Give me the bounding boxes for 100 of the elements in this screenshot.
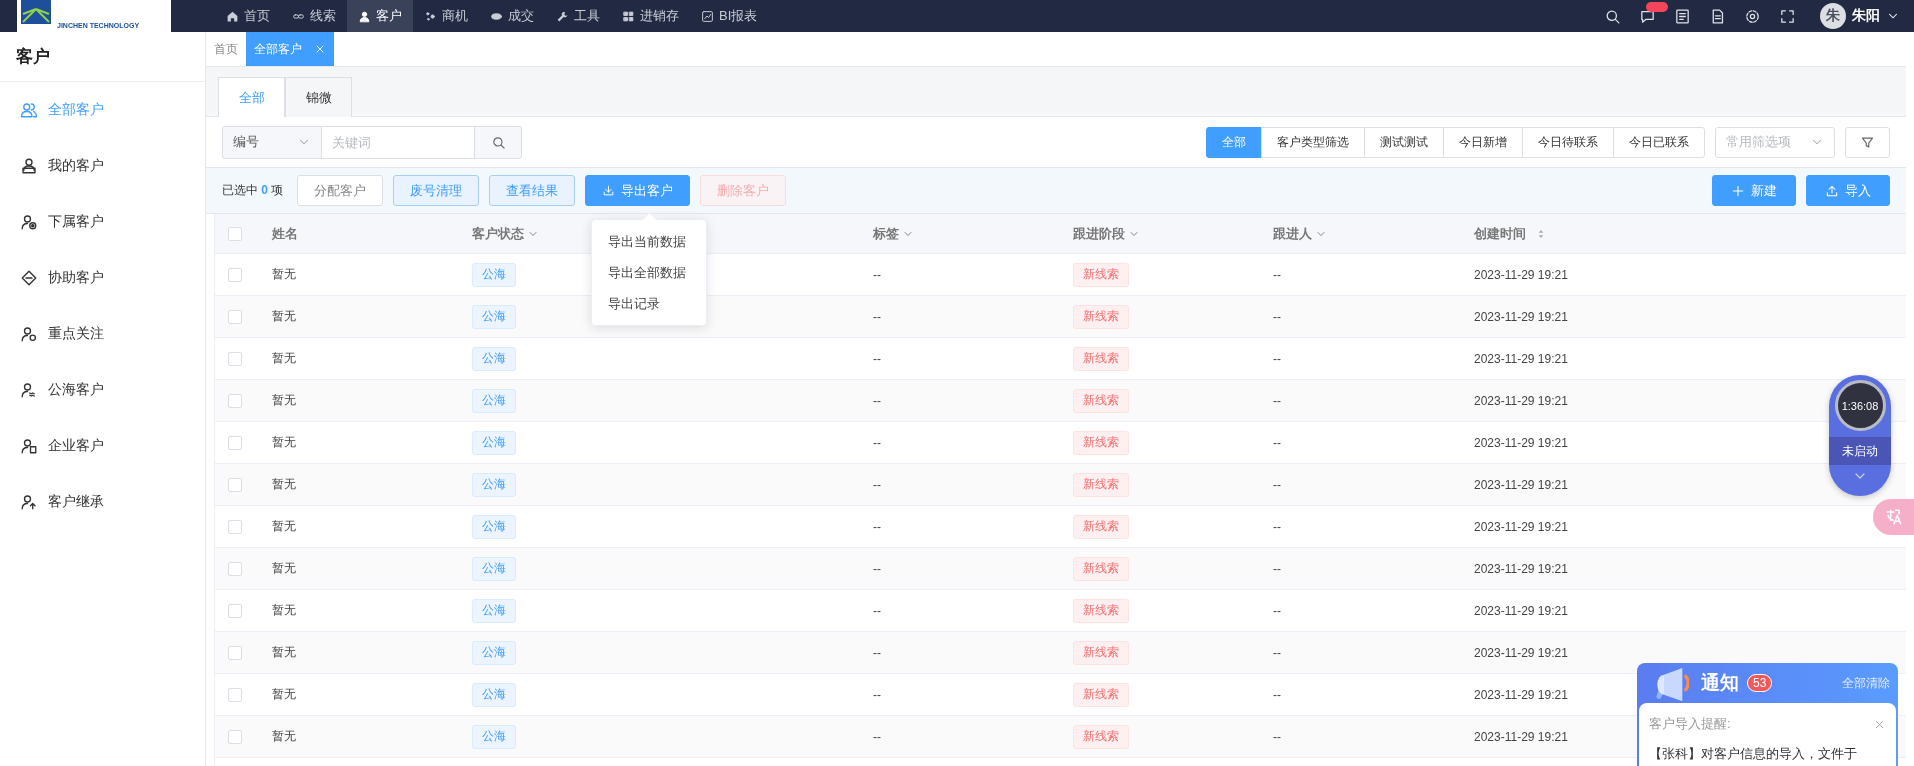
filter-tab[interactable]: 今日待联系	[1522, 126, 1614, 158]
sidebar-item[interactable]: 重点关注	[0, 306, 205, 362]
table-cell: 暂无	[272, 560, 296, 577]
table-cell: 2023-11-29 19:21	[1474, 603, 1568, 618]
action-button[interactable]: 分配客户	[297, 175, 384, 206]
table-cell: --	[873, 393, 881, 408]
timer-status: 未启动	[1829, 437, 1891, 465]
table-cell: 2023-11-29 19:21	[1474, 435, 1568, 450]
timer-clock: 1:36:08	[1834, 380, 1886, 431]
wrench-icon	[556, 9, 569, 23]
search-icon	[490, 134, 506, 150]
page-tab[interactable]: 首页	[206, 32, 246, 66]
column-header[interactable]: 创建时间	[1474, 224, 1548, 243]
table-cell: 暂无	[272, 434, 296, 451]
nav-tab[interactable]: 线索	[281, 0, 347, 32]
stage-tag: 新线索	[1073, 262, 1129, 287]
menu-item[interactable]: 导出当前数据	[592, 226, 706, 257]
menu-item[interactable]: 导出记录	[592, 288, 706, 319]
table-cell: 暂无	[272, 476, 296, 493]
user-menu[interactable]: 朱 朱阳	[1814, 0, 1906, 32]
list-icon	[1674, 7, 1691, 25]
nav-tab[interactable]: 成交	[479, 0, 545, 32]
column-header[interactable]: 跟进阶段	[1073, 224, 1140, 243]
nav-tab[interactable]: 商机	[413, 0, 479, 32]
diamond-icon	[20, 269, 38, 287]
column-header[interactable]: 标签	[873, 224, 914, 243]
download-icon	[602, 184, 616, 197]
list-button[interactable]	[1674, 7, 1691, 25]
tab[interactable]: 锦微	[285, 77, 352, 117]
fullscreen-icon	[1779, 7, 1796, 25]
column-header[interactable]: 客户状态	[472, 224, 539, 243]
status-tag: 公海	[472, 262, 516, 287]
fullscreen-button[interactable]	[1779, 7, 1796, 25]
checkbox[interactable]	[228, 603, 242, 618]
user-tray-icon	[20, 157, 38, 175]
table-cell: 暂无	[272, 518, 296, 535]
checkbox[interactable]	[228, 729, 242, 744]
status-tag: 公海	[472, 514, 516, 539]
column-header[interactable]: 姓名	[272, 224, 298, 243]
notification-heading: 客户导入提醒:	[1649, 715, 1731, 733]
sidebar-item[interactable]: 下属客户	[0, 194, 205, 250]
table-cell: --	[873, 687, 881, 702]
checkbox[interactable]	[228, 519, 242, 534]
home-icon	[226, 9, 239, 23]
checkbox[interactable]	[228, 267, 242, 282]
sidebar-item[interactable]: 协助客户	[0, 250, 205, 306]
stage-tag: 新线索	[1073, 598, 1129, 623]
filter-tab[interactable]: 客户类型筛选	[1261, 126, 1365, 158]
field-select[interactable]: 编号	[222, 125, 322, 159]
filter-button[interactable]	[1845, 126, 1890, 158]
table-cell: --	[1273, 645, 1281, 660]
table-cell: --	[1273, 519, 1281, 534]
stage-tag: 新线索	[1073, 556, 1129, 581]
nav-tab[interactable]: 首页	[215, 0, 281, 32]
checkbox[interactable]	[228, 561, 242, 576]
table-cell: 2023-11-29 19:21	[1474, 519, 1568, 534]
checkbox[interactable]	[228, 477, 242, 492]
checkbox[interactable]	[228, 226, 242, 241]
status-tag: 公海	[472, 388, 516, 413]
sparkle-icon	[424, 9, 437, 23]
nav-tab[interactable]: BI报表	[690, 0, 769, 32]
checkbox[interactable]	[228, 645, 242, 660]
count-badge: 53	[1747, 674, 1773, 692]
notification-badge	[1646, 1, 1668, 12]
nav-tab[interactable]: 进销存	[611, 0, 690, 32]
stage-tag: 新线索	[1073, 724, 1129, 749]
filter-tab[interactable]: 今日已联系	[1613, 126, 1705, 158]
status-tag: 公海	[472, 598, 516, 623]
sidebar-item[interactable]: 企业客户	[0, 418, 205, 474]
users-icon	[20, 101, 38, 119]
sidebar-item[interactable]: 客户继承	[0, 474, 205, 530]
filter-tab[interactable]: 测试测试	[1364, 126, 1444, 158]
sidebar-item[interactable]: 我的客户	[0, 138, 205, 194]
status-tag: 公海	[472, 346, 516, 371]
column-header[interactable]: 跟进人	[1273, 224, 1327, 243]
status-tag: 公海	[472, 430, 516, 455]
stage-tag: 新线索	[1073, 472, 1129, 497]
notification-title: 通知	[1701, 671, 1739, 695]
checkbox[interactable]	[228, 687, 242, 702]
user-circle-icon	[20, 325, 38, 343]
sidebar-item[interactable]: 公海客户	[0, 362, 205, 418]
nav-tab[interactable]: 客户	[347, 0, 413, 32]
checkbox[interactable]	[228, 435, 242, 450]
user-building-icon	[20, 437, 38, 455]
translate-button[interactable]	[1873, 499, 1914, 535]
settings-button[interactable]	[1744, 7, 1761, 25]
search-field[interactable]: 关键词	[322, 125, 475, 159]
avatar: 朱	[1820, 3, 1846, 29]
checkbox[interactable]	[228, 393, 242, 408]
user-wave-icon	[20, 381, 38, 399]
table-cell: --	[873, 603, 881, 618]
filter-tab[interactable]: 今日新增	[1443, 126, 1523, 158]
table-cell: --	[873, 267, 881, 282]
table-cell: --	[873, 477, 881, 492]
menu-item[interactable]: 导出全部数据	[592, 257, 706, 288]
chart-icon	[701, 9, 714, 23]
logo-icon	[21, 0, 51, 24]
checkbox[interactable]	[228, 309, 242, 324]
checkbox[interactable]	[228, 351, 242, 366]
nav-tab[interactable]: 工具	[545, 0, 611, 32]
